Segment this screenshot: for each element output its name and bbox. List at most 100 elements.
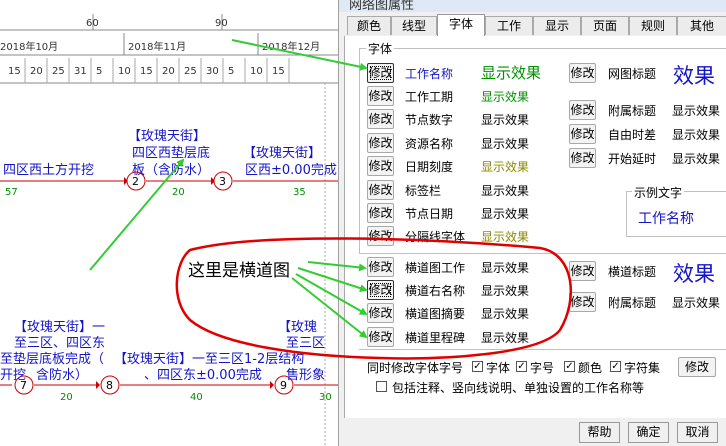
task-name: 四区西土方开挖: [3, 162, 94, 178]
modify-bar-sub-title-button[interactable]: 修改: [569, 292, 596, 312]
duration-label: 35: [293, 187, 306, 198]
modify-bar-right-name-button[interactable]: 修改: [367, 280, 394, 300]
font-item-node-number: 节点数字: [405, 113, 454, 127]
task-name: 板（含防水）: [132, 162, 210, 178]
task-name: 至垫层底板完成（: [0, 351, 104, 367]
network-properties-dialog: 网络图属性 颜色 线型 字体 工作 显示 页面 规则 其他 字体 修改 工作名称…: [338, 0, 726, 446]
modify-divider-font-button[interactable]: 修改: [367, 226, 394, 246]
modify-work-name-button[interactable]: 修改: [367, 63, 394, 83]
font-item-work-duration: 工作工期: [405, 90, 454, 104]
modify-work-duration-button[interactable]: 修改: [367, 86, 394, 106]
font-item-bar-work: 横道图工作: [405, 261, 466, 275]
day-label: 31: [74, 66, 87, 77]
example-text: 工作名称: [638, 211, 694, 227]
font-sample: 显示效果: [481, 284, 530, 298]
help-button[interactable]: 帮助: [579, 422, 620, 443]
font-sample: 显示效果: [672, 152, 721, 166]
font-item-divider-font: 分隔线字体: [405, 230, 466, 244]
section-divider: [359, 349, 726, 350]
example-text-label: 示例文字: [632, 184, 685, 201]
tab-work[interactable]: 工作: [485, 16, 533, 35]
font-sample: 显示效果: [481, 307, 530, 321]
sync-option-charset: 字符集: [624, 361, 661, 375]
font-item-date-scale: 日期刻度: [405, 160, 454, 174]
font-sample: 显示效果: [672, 296, 721, 310]
font-item-bar-summary: 横道图摘要: [405, 307, 466, 321]
font-item-label-bar: 标签栏: [405, 184, 442, 198]
day-label: 25: [184, 66, 197, 77]
day-label: 5: [228, 66, 234, 77]
modify-start-delay-button[interactable]: 修改: [569, 148, 596, 168]
modify-bar-title-button[interactable]: 修改: [569, 261, 596, 281]
font-item-start-delay: 开始延时: [608, 152, 657, 166]
modify-label-bar-button[interactable]: 修改: [367, 180, 394, 200]
sync-modify-button[interactable]: 修改: [678, 357, 716, 377]
font-sample: 显示效果: [481, 230, 530, 244]
task-name: 【玫瑰天街】: [243, 145, 321, 161]
modify-free-float-button[interactable]: 修改: [569, 124, 596, 144]
tab-page[interactable]: 页面: [581, 16, 629, 35]
modify-chart-title-button[interactable]: 修改: [569, 63, 596, 83]
font-item-chart-title: 网图标题: [608, 67, 657, 81]
tab-display[interactable]: 显示: [533, 16, 581, 35]
day-label: 30: [206, 66, 219, 77]
task-name: 至三区: [286, 336, 325, 351]
sync-size-checkbox[interactable]: ✓: [516, 361, 527, 372]
font-item-sub-title: 附属标题: [608, 104, 657, 118]
font-item-bar-milestone: 横道里程碑: [405, 331, 466, 345]
day-label: 10: [250, 66, 263, 77]
modify-node-date-button[interactable]: 修改: [367, 203, 394, 223]
node-number: 8: [106, 379, 113, 392]
include-notes-label: 包括注释、竖向线说明、单独设置的工作名称等: [392, 381, 645, 395]
font-sample: 显示效果: [481, 64, 542, 82]
sync-font-label: 同时修改字体字号: [367, 361, 464, 375]
task-name: 、四区东±0.00完成: [144, 368, 262, 383]
tab-bar: 颜色 线型 字体 工作 显示 页面 规则 其他: [344, 14, 726, 37]
font-sample: 显示效果: [481, 184, 530, 198]
ruler-number: 90: [215, 18, 228, 29]
modify-resource-name-button[interactable]: 修改: [367, 133, 394, 153]
sync-option-size: 字号: [530, 361, 555, 375]
font-group-label: 字体: [366, 40, 395, 57]
sync-color-checkbox[interactable]: ✓: [564, 361, 575, 372]
tab-font[interactable]: 字体: [437, 14, 485, 37]
sync-font-checkbox[interactable]: ✓: [472, 361, 483, 372]
day-label: 20: [30, 66, 43, 77]
font-sample: 显示效果: [672, 104, 721, 118]
tab-rules[interactable]: 规则: [629, 16, 677, 35]
day-label: 5: [96, 66, 102, 77]
modify-bar-summary-button[interactable]: 修改: [367, 303, 394, 323]
modify-bar-milestone-button[interactable]: 修改: [367, 327, 394, 347]
font-sample: 显示效果: [481, 207, 530, 221]
font-sample: 显示效果: [481, 113, 530, 127]
ok-button[interactable]: 确定: [628, 422, 669, 443]
sync-option-font: 字体: [486, 361, 511, 375]
font-sample: 显示效果: [672, 128, 721, 142]
font-sample: 效果: [673, 64, 715, 88]
tab-color[interactable]: 颜色: [347, 16, 391, 35]
task-name: 开挖: [0, 368, 26, 383]
modify-date-scale-button[interactable]: 修改: [367, 156, 394, 176]
task-name: 含防水）: [36, 367, 88, 383]
font-item-node-date: 节点日期: [405, 207, 454, 221]
tab-other[interactable]: 其他: [677, 16, 726, 35]
font-sample: 效果: [673, 262, 715, 286]
month-label: 2018年10月: [0, 40, 58, 53]
sync-charset-checkbox[interactable]: ✓: [610, 361, 621, 372]
include-notes-checkbox[interactable]: [376, 381, 387, 392]
day-label: 15: [140, 66, 153, 77]
month-label: 2018年11月: [128, 40, 186, 53]
task-name: 【玫瑰天街】一: [14, 319, 105, 335]
tab-linetype[interactable]: 线型: [391, 16, 437, 35]
modify-bar-work-button[interactable]: 修改: [367, 257, 394, 277]
dialog-titlebar[interactable]: 网络图属性: [339, 0, 726, 12]
task-name: 【玫瑰: [278, 319, 317, 335]
duration-label: 57: [5, 187, 18, 198]
cancel-button[interactable]: 取消: [677, 422, 718, 443]
modify-node-number-button[interactable]: 修改: [367, 109, 394, 129]
node-number: 3: [219, 175, 226, 188]
font-item-resource-name: 资源名称: [405, 137, 454, 151]
task-name: 四区西垫层底: [132, 145, 210, 161]
modify-sub-title-button[interactable]: 修改: [569, 100, 596, 120]
task-name: 区西±0.00完成: [245, 163, 337, 178]
